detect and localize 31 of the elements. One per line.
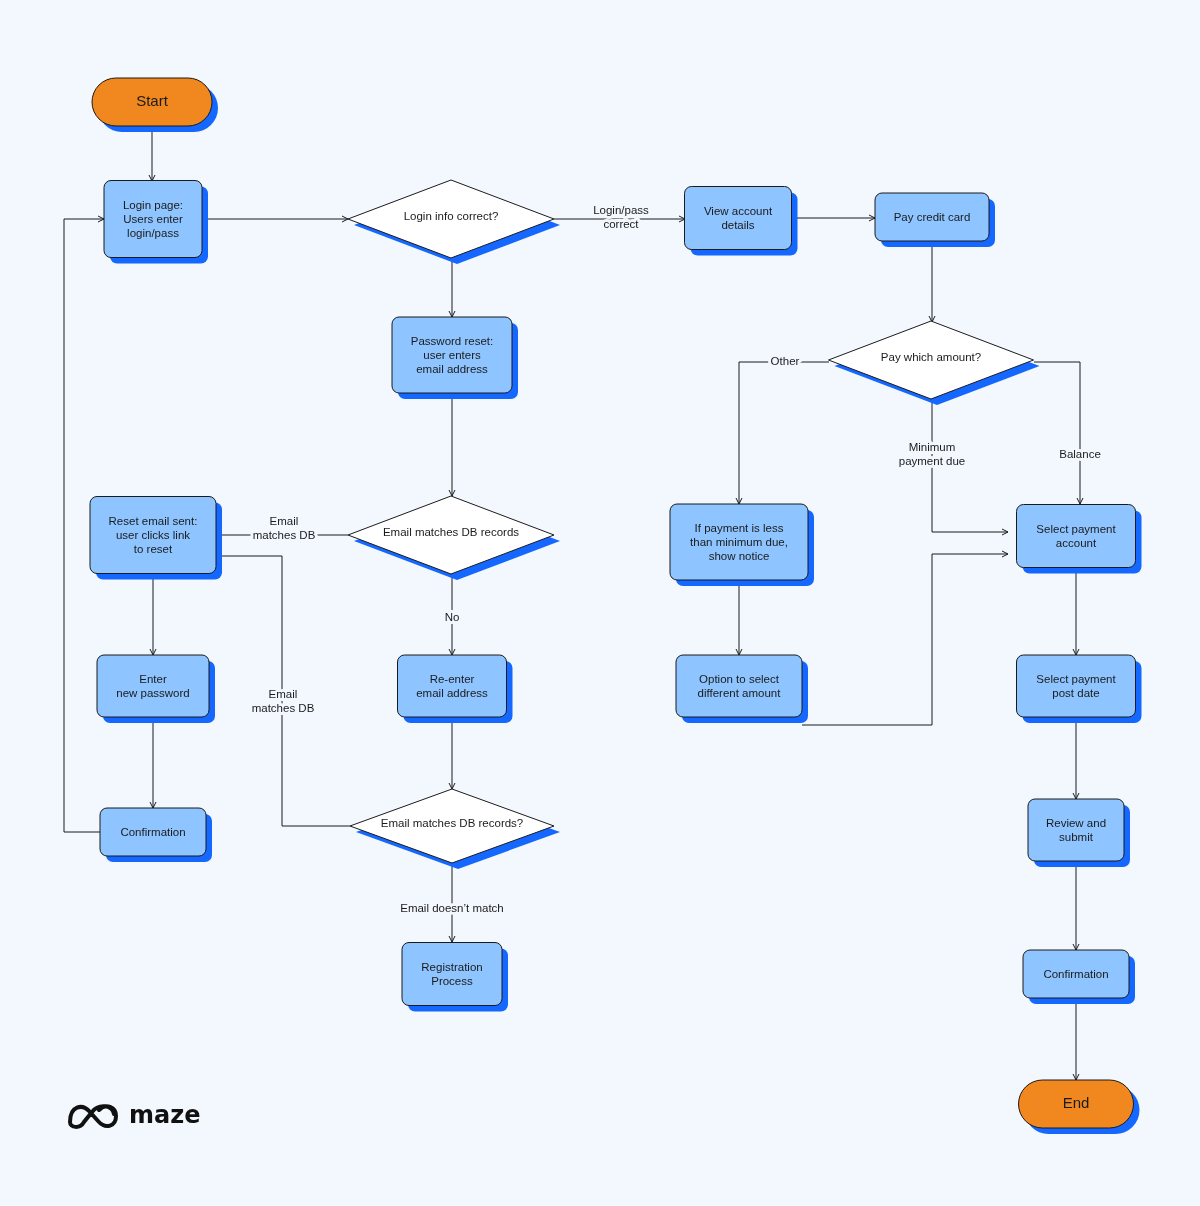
logo-wordmark: maze [129, 1101, 201, 1129]
node-label: Pay which amount? [880, 351, 982, 363]
node-label: Start [136, 92, 168, 109]
node-label: Login page: Users enter login/pass [122, 199, 184, 239]
connector-label: No [444, 611, 460, 623]
connector-label: Minimum payment due [898, 441, 966, 467]
maze-logo-icon [68, 1104, 118, 1129]
node-label: Review and submit [1045, 817, 1107, 843]
connector-label: Email matches DB [251, 688, 315, 714]
connector-label: Other [770, 355, 800, 367]
node-label: Password reset: user enters email address [410, 335, 494, 375]
node-label: Pay credit card [893, 211, 971, 223]
node-label: Re-enter email address [416, 673, 488, 699]
connector-label: Login/pass correct [593, 204, 649, 230]
connector-label: Email matches DB [252, 515, 316, 541]
node-label: Enter new password [116, 673, 190, 699]
node-label: Email matches DB records? [380, 817, 524, 829]
node-label: Reset email sent: user clicks link to reset [108, 515, 198, 555]
node-label: View account details [703, 205, 773, 231]
node-label: Select payment account [1036, 523, 1116, 549]
node-label: Login info correct? [403, 210, 499, 222]
node-label: Registration Process [421, 961, 483, 987]
node-label: Email matches DB records [382, 526, 520, 538]
connector-label: Email doesn’t match [400, 902, 504, 914]
node-label: Confirmation [1043, 968, 1109, 980]
connector-label: Balance [1059, 448, 1101, 460]
node-label: Confirmation [120, 826, 186, 838]
node-label: If payment is less than minimum due, show notice [690, 522, 788, 562]
node-label: Select payment post date [1036, 673, 1116, 699]
node-label: End [1062, 1094, 1090, 1111]
node-label: Option to select different amount [697, 673, 781, 699]
